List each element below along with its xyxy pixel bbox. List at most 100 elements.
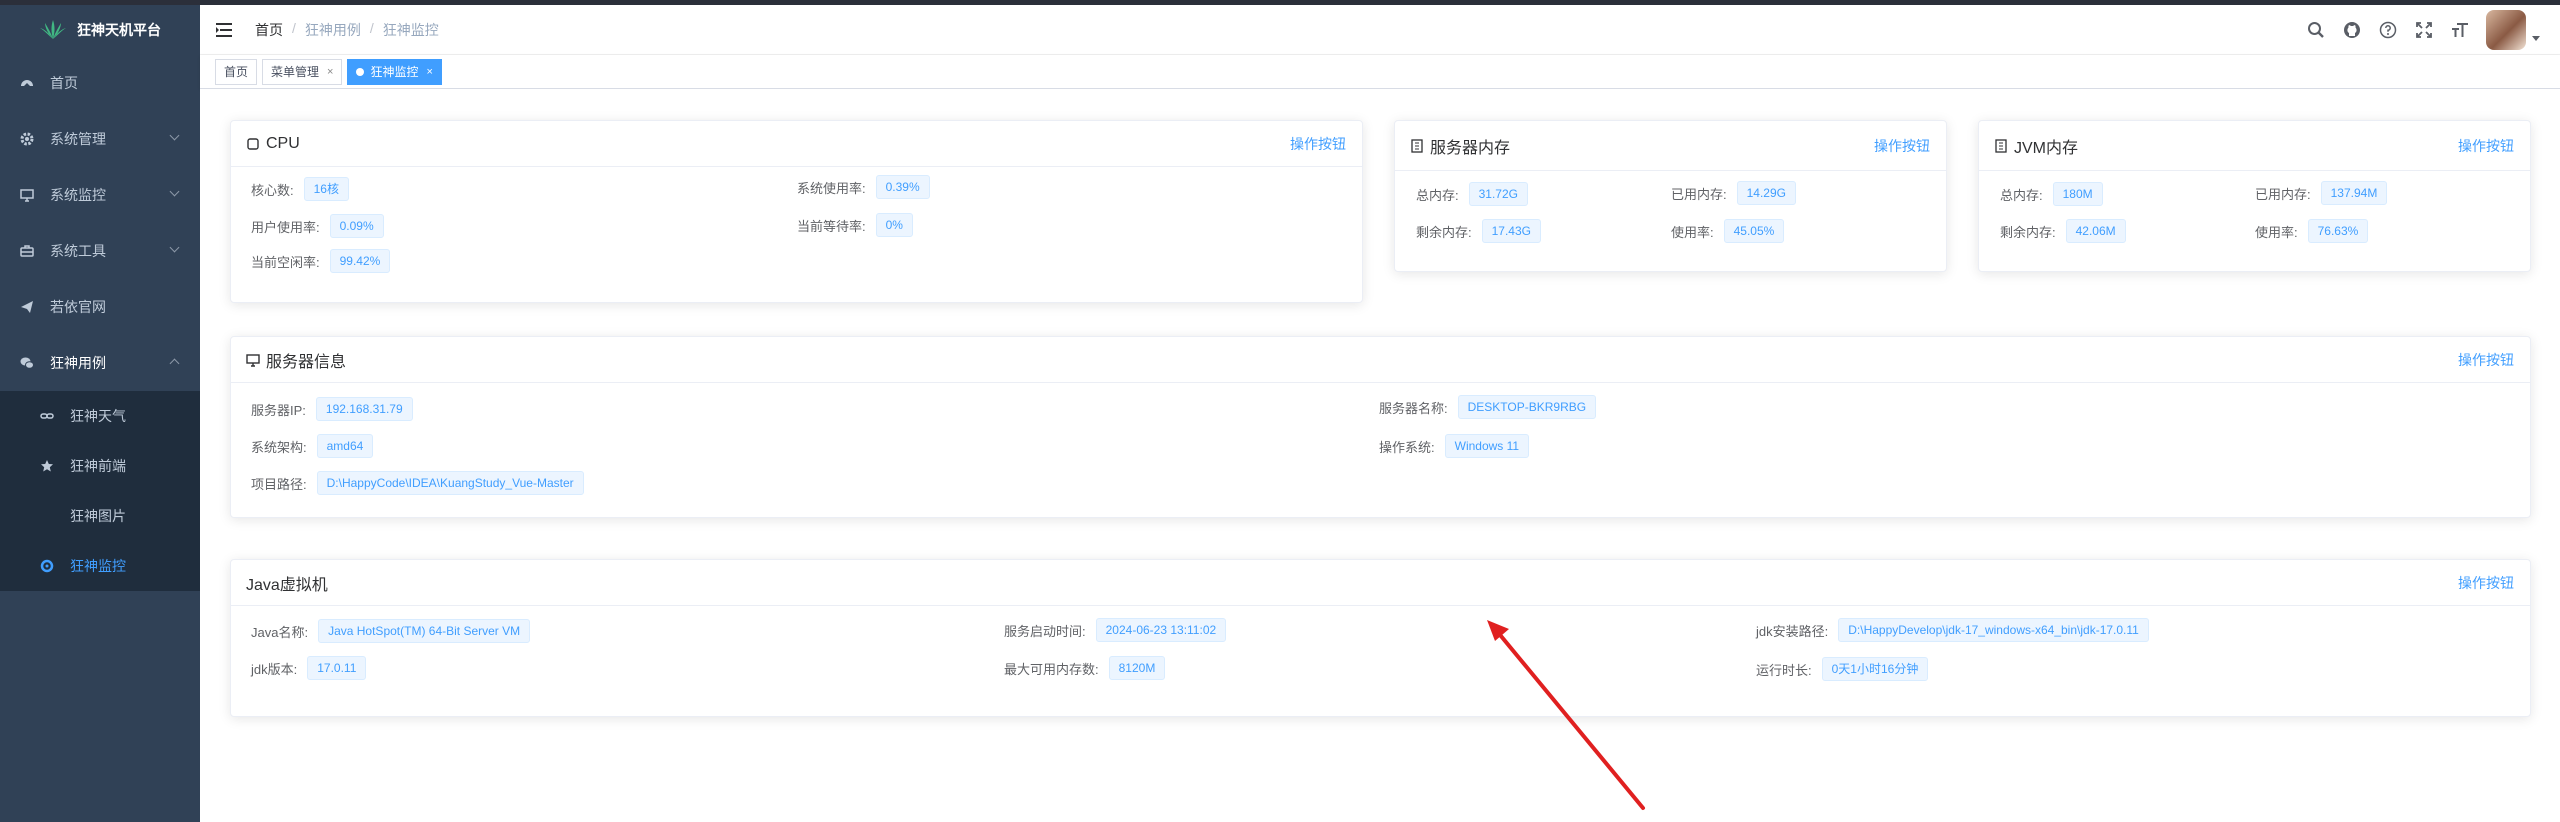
memory-row: 使用率: 45.05% xyxy=(1671,219,1785,243)
cpu-row: 当前等待率: 0% xyxy=(797,213,913,237)
sidebar-item-frontend[interactable]: 狂神前端 xyxy=(0,441,200,491)
tag-home[interactable]: 首页 xyxy=(215,58,258,85)
value-tag: 2024-06-23 13:11:02 xyxy=(1095,618,1227,642)
action-button[interactable]: 操作按钮 xyxy=(2458,350,2514,370)
avatar[interactable] xyxy=(2486,10,2526,50)
server-row: 项目路径: D:\HappyCode\IDEA\KuangStudy_Vue-Ma… xyxy=(251,471,584,495)
value-tag: Windows 11 xyxy=(1444,434,1530,458)
value-tag: 76.63% xyxy=(2307,219,2369,243)
tag-monitor[interactable]: 狂神监控 × xyxy=(347,58,442,85)
action-button[interactable]: 操作按钮 xyxy=(2458,136,2514,156)
github-icon[interactable] xyxy=(2342,20,2362,40)
sidebar-item-label: 狂神监控 xyxy=(70,558,126,574)
value-tag: 17.43G xyxy=(1481,219,1541,243)
sidebar-item-label: 若依官网 xyxy=(50,299,106,315)
font-size-icon[interactable] xyxy=(2450,20,2470,40)
value-tag: Java HotSpot(TM) 64-Bit Server VM xyxy=(318,619,531,643)
monitor-icon xyxy=(246,353,260,367)
sidebar-item-home[interactable]: 首页 xyxy=(0,55,200,111)
caret-down-icon[interactable] xyxy=(2532,35,2540,41)
cpu-row: 核心数: 16核 xyxy=(251,177,349,201)
value-tag: 42.06M xyxy=(2065,219,2126,243)
jvm-memory-card: JVM内存 操作按钮 总内存: 180M 已用内存: 137.94M 剩余内存: 42… xyxy=(1978,120,2531,272)
sidebar-item-system-monitor[interactable]: 系统监控 xyxy=(0,167,200,223)
sidebar-item-ruoyi-site[interactable]: 若依官网 xyxy=(0,279,200,335)
card-title: Java虚拟机 xyxy=(246,576,328,594)
cpu-row: 系统使用率: 0.39% xyxy=(797,175,930,199)
jvm-row: 总内存: 180M xyxy=(2000,182,2103,206)
server-info-card: 服务器信息 操作按钮 服务器IP: 192.168.31.79 服务器名称: DES… xyxy=(230,336,2531,518)
java-row: jdk安装路径: D:\HappyDevelop\jdk-17_windows-x… xyxy=(1756,618,2149,642)
sidebar-item-label: 首页 xyxy=(50,75,78,91)
value-tag: 99.42% xyxy=(329,249,391,273)
fullscreen-icon[interactable] xyxy=(2414,20,2434,40)
chevron-down-icon xyxy=(169,242,180,253)
java-row: 运行时长: 0天1小时16分钟 xyxy=(1756,657,1929,681)
tag-menu-management[interactable]: 菜单管理 × xyxy=(262,58,343,85)
card-title: CPU xyxy=(266,134,300,152)
value-tag: 8120M xyxy=(1108,656,1166,680)
card-header: 服务器信息 操作按钮 xyxy=(231,337,2530,383)
submenu: 狂神天气 狂神前端 狂神图片 狂神监控 xyxy=(0,391,200,591)
action-button[interactable]: 操作按钮 xyxy=(1874,136,1930,156)
jvm-row: 剩余内存: 42.06M xyxy=(2000,219,2126,243)
action-button[interactable]: 操作按钮 xyxy=(2458,573,2514,593)
hamburger-icon[interactable] xyxy=(215,20,235,40)
server-memory-card: 服务器内存 操作按钮 总内存: 31.72G 已用内存: 14.29G 剩余内存: 1… xyxy=(1394,120,1947,272)
sidebar-item-system-management[interactable]: 系统管理 xyxy=(0,111,200,167)
jvm-row: 已用内存: 137.94M xyxy=(2255,181,2388,205)
value-tag: 192.168.31.79 xyxy=(315,397,413,421)
sidebar-item-images[interactable]: 狂神图片 xyxy=(0,491,200,541)
card-title: 服务器信息 xyxy=(266,353,347,371)
app-title: 狂神天机平台 xyxy=(77,22,161,38)
value-tag: 45.05% xyxy=(1723,219,1785,243)
sidebar-item-label: 狂神用例 xyxy=(50,355,106,371)
monitor-ring-icon xyxy=(40,559,54,573)
memory-row: 已用内存: 14.29G xyxy=(1671,181,1796,205)
send-icon xyxy=(20,300,34,314)
card-header: CPU 操作按钮 xyxy=(231,121,1362,167)
main-content: CPU 操作按钮 核心数: 16核 系统使用率: 0.39% 用户使用率: 0.09%… xyxy=(200,89,2560,822)
sidebar-item-system-tools[interactable]: 系统工具 xyxy=(0,223,200,279)
sidebar: 狂神天机平台 首页 系统管理 系统监控 系统工具 若依官网 狂神用例 狂神天气 … xyxy=(0,5,200,822)
value-tag: 137.94M xyxy=(2320,181,2388,205)
card-title: JVM内存 xyxy=(2014,139,2079,157)
sidebar-item-label: 系统管理 xyxy=(50,131,106,147)
java-row: jdk版本: 17.0.11 xyxy=(251,656,367,680)
dashboard-icon xyxy=(20,76,34,90)
value-tag: 0.09% xyxy=(329,214,384,238)
card-title: 服务器内存 xyxy=(1430,139,1511,157)
sidebar-item-kuangshen-examples[interactable]: 狂神用例 xyxy=(0,335,200,391)
java-row: Java名称: Java HotSpot(TM) 64-Bit Server VM xyxy=(251,619,531,643)
search-icon[interactable] xyxy=(2306,20,2326,40)
value-tag: D:\HappyCode\IDEA\KuangStudy_Vue-Master xyxy=(316,471,584,495)
memory-icon xyxy=(1411,138,1423,153)
cpu-icon xyxy=(247,137,259,150)
memory-icon xyxy=(1995,138,2007,153)
close-icon[interactable]: × xyxy=(426,60,432,84)
cpu-row: 用户使用率: 0.09% xyxy=(251,214,384,238)
breadcrumb-item: 狂神用例 xyxy=(304,21,361,38)
chevron-down-icon xyxy=(169,130,180,141)
server-row: 操作系统: Windows 11 xyxy=(1379,434,1530,458)
breadcrumb: 首页 / 狂神用例 / 狂神监控 xyxy=(255,19,439,40)
sidebar-item-label: 系统监控 xyxy=(50,187,106,203)
sidebar-item-monitor[interactable]: 狂神监控 xyxy=(0,541,200,591)
toolbox-icon xyxy=(20,244,34,258)
link-icon xyxy=(40,409,54,423)
chevron-up-icon xyxy=(169,358,180,369)
chevron-down-icon xyxy=(169,186,180,197)
help-icon[interactable] xyxy=(2378,20,2398,40)
gear-icon xyxy=(20,132,34,146)
breadcrumb-item[interactable]: 首页 xyxy=(255,20,283,40)
right-menu xyxy=(2290,5,2540,55)
close-icon[interactable]: × xyxy=(327,60,333,84)
sidebar-logo[interactable]: 狂神天机平台 xyxy=(0,5,200,55)
memory-row: 总内存: 31.72G xyxy=(1416,182,1528,206)
sidebar-item-weather[interactable]: 狂神天气 xyxy=(0,391,200,441)
action-button[interactable]: 操作按钮 xyxy=(1290,134,1346,154)
card-header: JVM内存 操作按钮 xyxy=(1979,121,2530,171)
logo-icon xyxy=(40,20,66,39)
java-row: 服务启动时间: 2024-06-23 13:11:02 xyxy=(1004,618,1227,642)
monitor-icon xyxy=(20,188,34,202)
